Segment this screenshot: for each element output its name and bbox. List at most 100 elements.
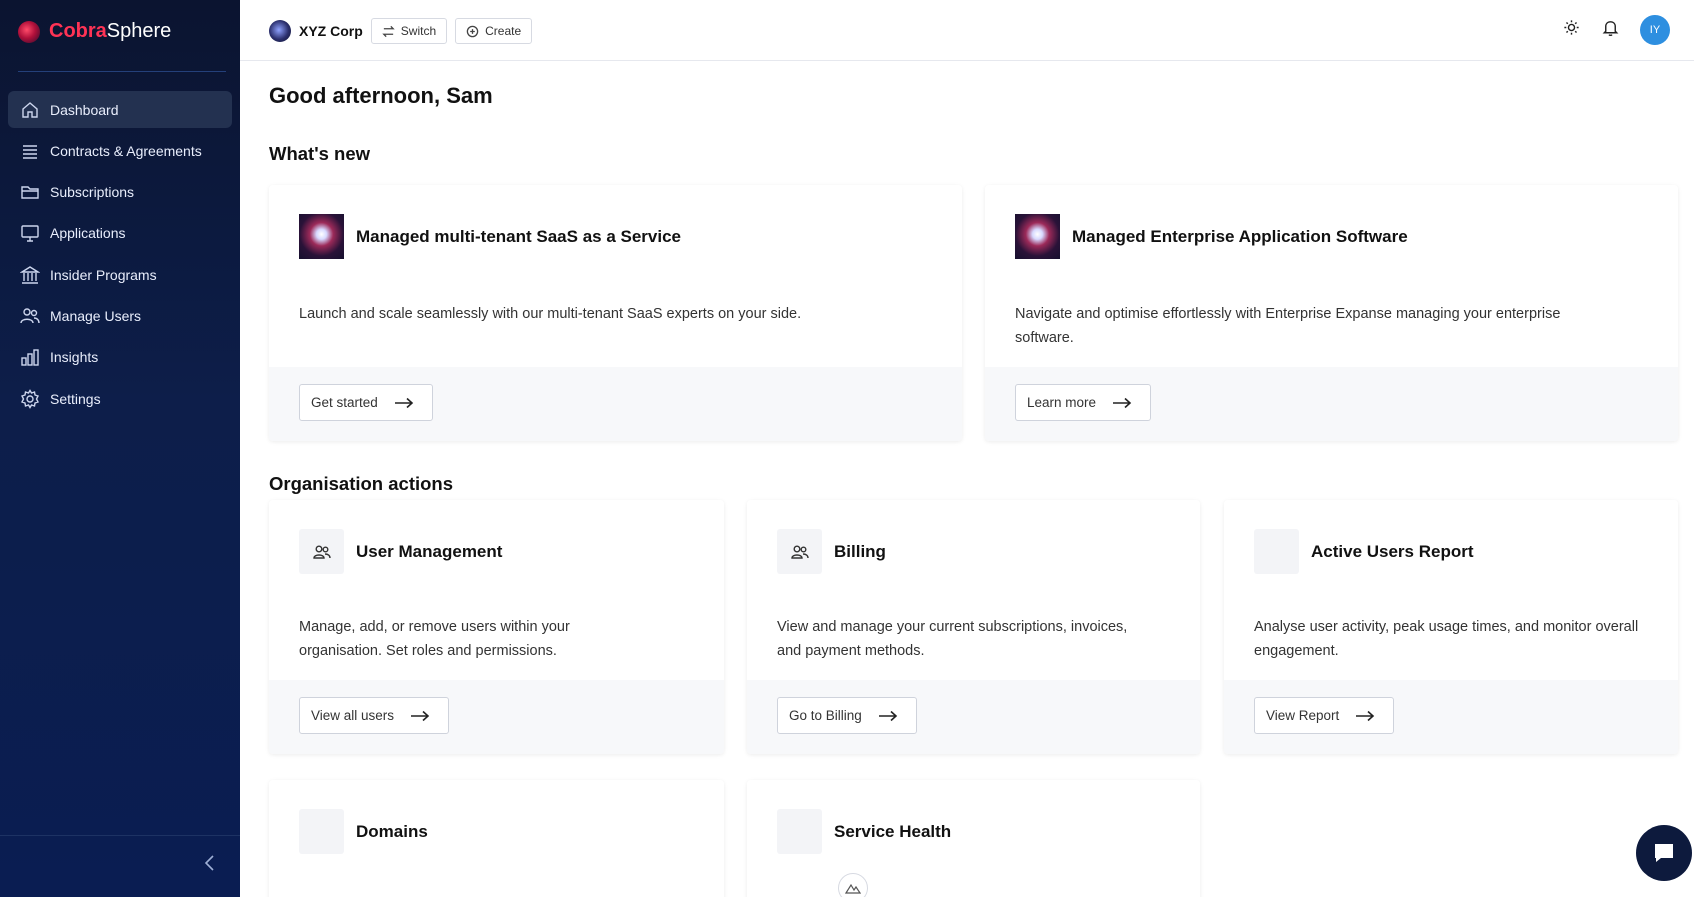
topbar-actions: IY bbox=[1562, 15, 1670, 45]
sidebar-item-manage-users[interactable]: Manage Users bbox=[8, 297, 232, 334]
folder-icon bbox=[21, 186, 39, 199]
card-icon-box bbox=[1254, 529, 1299, 574]
notifications-button[interactable] bbox=[1601, 18, 1620, 42]
card-title: Managed Enterprise Application Software bbox=[1072, 226, 1408, 246]
view-report-button[interactable]: View Report bbox=[1254, 697, 1395, 734]
billing-card: Billing View and manage your current sub… bbox=[747, 500, 1200, 754]
bank-icon bbox=[20, 265, 40, 284]
sidebar-item-insider-programs[interactable]: Insider Programs bbox=[8, 256, 232, 293]
plus-circle-icon bbox=[466, 25, 479, 37]
org-logo-icon bbox=[269, 20, 291, 42]
swap-icon bbox=[382, 25, 395, 37]
view-all-users-button[interactable]: View all users bbox=[299, 697, 450, 734]
sidebar-item-label: Insights bbox=[50, 349, 99, 366]
switch-label: Switch bbox=[400, 24, 437, 38]
card-header: User Management bbox=[299, 529, 502, 574]
card-footer: View all users bbox=[269, 680, 724, 754]
whats-new-card: Managed Enterprise Application Software … bbox=[985, 185, 1678, 441]
cta-label: View Report bbox=[1266, 708, 1340, 723]
collapse-sidebar-button[interactable] bbox=[200, 852, 220, 874]
card-header: Active Users Report bbox=[1254, 529, 1474, 574]
sidebar-item-label: Contracts & Agreements bbox=[50, 142, 202, 159]
card-description: Analyse user activity, peak usage times,… bbox=[1254, 619, 1639, 659]
cobrasphere-logo-icon bbox=[18, 20, 40, 43]
org-switcher: XYZ Corp Switch Create bbox=[269, 18, 533, 44]
card-title: Active Users Report bbox=[1311, 541, 1474, 561]
page-title: Good afternoon, Sam bbox=[269, 83, 493, 108]
sidebar-nav: Dashboard Contracts & Agreements Subscri… bbox=[8, 91, 232, 421]
sidebar-item-label: Settings bbox=[50, 390, 101, 407]
domains-card: Domains bbox=[269, 780, 724, 897]
active-users-report-card: Active Users Report Analyse user activit… bbox=[1224, 500, 1678, 754]
card-icon-box bbox=[299, 809, 344, 854]
card-title: Managed multi-tenant SaaS as a Service bbox=[356, 226, 682, 246]
sidebar-item-contracts[interactable]: Contracts & Agreements bbox=[8, 132, 232, 169]
theme-toggle-button[interactable] bbox=[1562, 18, 1581, 42]
card-icon-box bbox=[299, 529, 344, 574]
arrow-right-icon bbox=[411, 710, 430, 721]
card-description: View and manage your current subscriptio… bbox=[777, 619, 1128, 659]
sidebar: CobraSphere Dashboard Contracts & Agreem… bbox=[0, 0, 240, 897]
org-name: XYZ Corp bbox=[299, 23, 363, 39]
chat-support-button[interactable] bbox=[1636, 825, 1692, 881]
card-header: Domains bbox=[299, 809, 428, 854]
card-description: Manage, add, or remove users within your… bbox=[299, 619, 570, 659]
chevron-left-icon bbox=[204, 855, 214, 871]
service-health-card: Service Health bbox=[747, 780, 1200, 897]
sidebar-footer-divider bbox=[0, 835, 240, 836]
sidebar-item-subscriptions[interactable]: Subscriptions bbox=[8, 174, 232, 211]
sidebar-item-insights[interactable]: Insights bbox=[8, 339, 232, 376]
organisation-actions-heading: Organisation actions bbox=[269, 473, 454, 494]
sidebar-item-settings[interactable]: Settings bbox=[8, 380, 232, 417]
sidebar-item-label: Insider Programs bbox=[50, 266, 157, 283]
arrow-right-icon bbox=[1356, 710, 1375, 721]
card-icon-box bbox=[777, 529, 822, 574]
card-footer: View Report bbox=[1224, 680, 1678, 754]
arrow-right-icon bbox=[394, 397, 413, 408]
sidebar-item-label: Dashboard bbox=[50, 101, 119, 118]
arrow-right-icon bbox=[878, 710, 897, 721]
home-icon bbox=[22, 101, 38, 118]
create-button[interactable]: Create bbox=[455, 18, 533, 44]
cta-label: Get started bbox=[311, 395, 378, 410]
switch-org-button[interactable]: Switch bbox=[370, 18, 448, 44]
learn-more-button[interactable]: Learn more bbox=[1015, 384, 1152, 421]
avatar[interactable]: IY bbox=[1640, 15, 1670, 45]
card-header: Service Health bbox=[777, 809, 951, 854]
card-footer: Get started bbox=[269, 367, 962, 441]
sidebar-item-label: Subscriptions bbox=[50, 184, 135, 201]
card-header: Billing bbox=[777, 529, 886, 574]
sidebar-item-applications[interactable]: Applications bbox=[8, 215, 232, 252]
cta-label: Learn more bbox=[1027, 395, 1097, 410]
chat-icon bbox=[1655, 844, 1673, 862]
sidebar-item-dashboard[interactable]: Dashboard bbox=[8, 91, 232, 128]
brand-logo[interactable]: CobraSphere bbox=[18, 20, 171, 43]
cta-label: Go to Billing bbox=[789, 708, 862, 723]
status-mountain-icon bbox=[838, 873, 868, 897]
card-title: Billing bbox=[834, 541, 886, 561]
sun-icon bbox=[1564, 20, 1579, 35]
card-header: Managed multi-tenant SaaS as a Service bbox=[299, 214, 681, 259]
create-label: Create bbox=[485, 24, 522, 38]
go-to-billing-button[interactable]: Go to Billing bbox=[777, 697, 917, 734]
card-header: Managed Enterprise Application Software bbox=[1015, 214, 1408, 259]
card-icon-box bbox=[777, 809, 822, 854]
card-title: Service Health bbox=[834, 821, 952, 841]
bar-chart-icon bbox=[21, 349, 39, 366]
whats-new-card: Managed multi-tenant SaaS as a Service L… bbox=[269, 185, 962, 441]
saas-product-logo-icon bbox=[299, 214, 344, 259]
users-icon bbox=[20, 308, 40, 324]
gear-icon bbox=[21, 388, 39, 409]
get-started-button[interactable]: Get started bbox=[299, 384, 433, 421]
card-title: Domains bbox=[356, 821, 428, 841]
sidebar-item-label: Manage Users bbox=[50, 307, 142, 324]
brand-name-part1: Cobra bbox=[49, 20, 107, 42]
sidebar-item-label: Applications bbox=[50, 225, 126, 242]
user-management-card: User Management Manage, add, or remove u… bbox=[269, 500, 724, 754]
card-description: Launch and scale seamlessly with our mul… bbox=[299, 306, 802, 322]
sidebar-divider bbox=[18, 71, 226, 72]
cta-label: View all users bbox=[311, 708, 395, 723]
card-title: User Management bbox=[356, 541, 503, 561]
brand-name-part2: Sphere bbox=[106, 20, 172, 42]
card-footer: Go to Billing bbox=[747, 680, 1200, 754]
